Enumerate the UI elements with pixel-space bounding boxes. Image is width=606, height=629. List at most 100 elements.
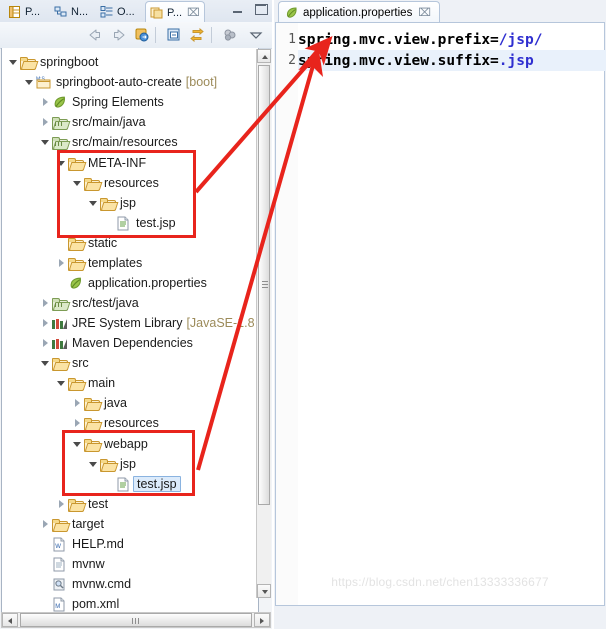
md-file-icon: W	[52, 537, 68, 552]
chevron-down-icon[interactable]	[72, 439, 83, 450]
tree-horizontal-scrollbar[interactable]	[1, 612, 271, 628]
folder-open-icon	[20, 55, 36, 70]
tree-item-mvnw-cmd[interactable]: mvnw.cmd	[40, 574, 131, 594]
view-tab-outline[interactable]: O...	[96, 2, 139, 22]
chevron-right-icon[interactable]	[40, 97, 51, 108]
scroll-down-button[interactable]	[257, 584, 271, 598]
close-icon[interactable]: ⌧	[187, 6, 200, 19]
tree-item-label: test	[88, 497, 108, 511]
tree-item-springboot[interactable]: springboot	[8, 52, 98, 72]
spring-leaf-icon	[52, 95, 68, 110]
tree-item-application-properties[interactable]: application.properties	[56, 273, 207, 293]
tree-item-java[interactable]: java	[72, 393, 127, 413]
tree-spacer	[104, 479, 115, 490]
scroll-thumb[interactable]	[258, 65, 270, 505]
chevron-right-icon[interactable]	[56, 258, 67, 269]
view-tab-project-explorer[interactable]: P... ⌧	[145, 1, 205, 23]
chevron-down-icon[interactable]	[88, 459, 99, 470]
chevron-down-icon[interactable]	[56, 378, 67, 389]
link-with-editor-icon[interactable]	[133, 26, 151, 44]
minimize-icon[interactable]	[231, 3, 245, 15]
tree-item-src[interactable]: src	[40, 353, 89, 373]
tree-item-jre-system-library[interactable]: JRE System Library[JavaSE-1.8	[40, 313, 255, 333]
filter-icon[interactable]	[221, 26, 239, 44]
line-number: 2	[276, 50, 296, 71]
chevron-right-icon[interactable]	[40, 298, 51, 309]
chevron-right-icon[interactable]	[40, 338, 51, 349]
tree-item-src-main-java[interactable]: src/main/java	[40, 112, 146, 132]
tree-item-templates[interactable]: templates	[56, 253, 142, 273]
toolbar-separator	[211, 27, 212, 43]
tree-item-springboot-auto-create[interactable]: M:Sspringboot-auto-create[boot]	[24, 72, 217, 92]
folder-open-icon	[52, 356, 68, 371]
folder-open-icon	[52, 517, 68, 532]
tree-item-pom-xml[interactable]: Mpom.xml	[40, 594, 119, 614]
tree-item-static[interactable]: static	[56, 233, 117, 253]
tree-item-jsp[interactable]: jsp	[88, 454, 136, 474]
scroll-right-button[interactable]	[254, 613, 270, 627]
tree-item-maven-dependencies[interactable]: Maven Dependencies	[40, 333, 193, 353]
project-tree[interactable]: springbootM:Sspringboot-auto-create[boot…	[1, 48, 259, 615]
tree-item-text: src/main/resources	[72, 135, 178, 149]
code-line[interactable]: spring.mvc.view.suffix= .jsp	[298, 50, 606, 71]
tree-item-test-jsp[interactable]: test.jsp	[104, 213, 176, 233]
tree-item-src-test-java[interactable]: src/test/java	[40, 293, 139, 313]
chevron-right-icon[interactable]	[40, 519, 51, 530]
tree-item-test[interactable]: test	[56, 494, 108, 514]
view-tab-packages[interactable]: P...	[4, 2, 44, 22]
watermark: https://blog.csdn.net/chen13333336677	[276, 575, 604, 589]
tree-vertical-scrollbar[interactable]	[256, 49, 271, 598]
tree-item-label: pom.xml	[72, 597, 119, 611]
view-menu-icon[interactable]	[247, 26, 265, 44]
tree-item-webapp[interactable]: webapp	[72, 434, 148, 454]
tree-item-spring-elements[interactable]: Spring Elements	[40, 92, 164, 112]
tree-item-label: jsp	[120, 457, 136, 471]
chevron-down-icon[interactable]	[8, 57, 19, 68]
link-editor-icon[interactable]	[188, 26, 206, 44]
editor-tab-application-properties[interactable]: application.properties ⌧	[278, 1, 440, 23]
collapse-all-icon[interactable]	[165, 26, 183, 44]
chevron-right-icon[interactable]	[40, 318, 51, 329]
chevron-right-icon[interactable]	[56, 499, 67, 510]
chevron-down-icon[interactable]	[72, 178, 83, 189]
tree-item-jsp[interactable]: jsp	[88, 193, 136, 213]
view-tab-navigator[interactable]: N...	[50, 2, 92, 22]
chevron-right-icon[interactable]	[72, 398, 83, 409]
scroll-left-button[interactable]	[2, 613, 18, 627]
tree-item-text: application.properties	[88, 276, 207, 290]
chevron-down-icon[interactable]	[24, 77, 35, 88]
jsp-file-icon	[116, 477, 132, 492]
chevron-right-icon[interactable]	[72, 418, 83, 429]
forward-arrow-icon[interactable]	[110, 26, 128, 44]
chevron-down-icon[interactable]	[56, 158, 67, 169]
tree-item-label: target	[72, 517, 104, 531]
code-content[interactable]: spring.mvc.view.prefix= /jsp/ spring.mvc…	[298, 23, 604, 605]
close-icon[interactable]: ⌧	[418, 6, 431, 19]
chevron-right-icon[interactable]	[40, 117, 51, 128]
tree-item-main[interactable]: main	[56, 373, 115, 393]
maximize-icon[interactable]	[254, 3, 268, 15]
tree-item-resources[interactable]: resources	[72, 173, 159, 193]
tree-item-meta-inf[interactable]: META-INF	[56, 153, 146, 173]
text-editor[interactable]: 1 2 spring.mvc.view.prefix= /jsp/ spring…	[275, 22, 605, 606]
tree-item-text: mvnw	[72, 557, 105, 571]
tree-item-target[interactable]: target	[40, 514, 104, 534]
chevron-down-icon[interactable]	[40, 358, 51, 369]
code-line[interactable]: spring.mvc.view.prefix= /jsp/	[298, 29, 542, 50]
tree-item-label: resources	[104, 416, 159, 430]
chevron-down-icon[interactable]	[40, 137, 51, 148]
source-folder-icon	[52, 135, 68, 150]
tree-item-help-md[interactable]: WHELP.md	[40, 534, 124, 554]
tree-item-src-main-resources[interactable]: src/main/resources	[40, 132, 178, 152]
scroll-up-button[interactable]	[257, 49, 271, 63]
folder-open-icon	[68, 256, 84, 271]
tree-item-text: templates	[88, 256, 142, 270]
back-arrow-icon[interactable]	[86, 26, 104, 44]
tree-item-resources[interactable]: resources	[72, 413, 159, 433]
project-explorer-view: P... N... O...	[0, 0, 272, 629]
tree-item-mvnw[interactable]: mvnw	[40, 554, 105, 574]
scroll-thumb-horizontal[interactable]	[20, 613, 252, 627]
tree-item-text: target	[72, 517, 104, 531]
chevron-down-icon[interactable]	[88, 198, 99, 209]
tree-item-test-jsp[interactable]: test.jsp	[104, 474, 181, 494]
